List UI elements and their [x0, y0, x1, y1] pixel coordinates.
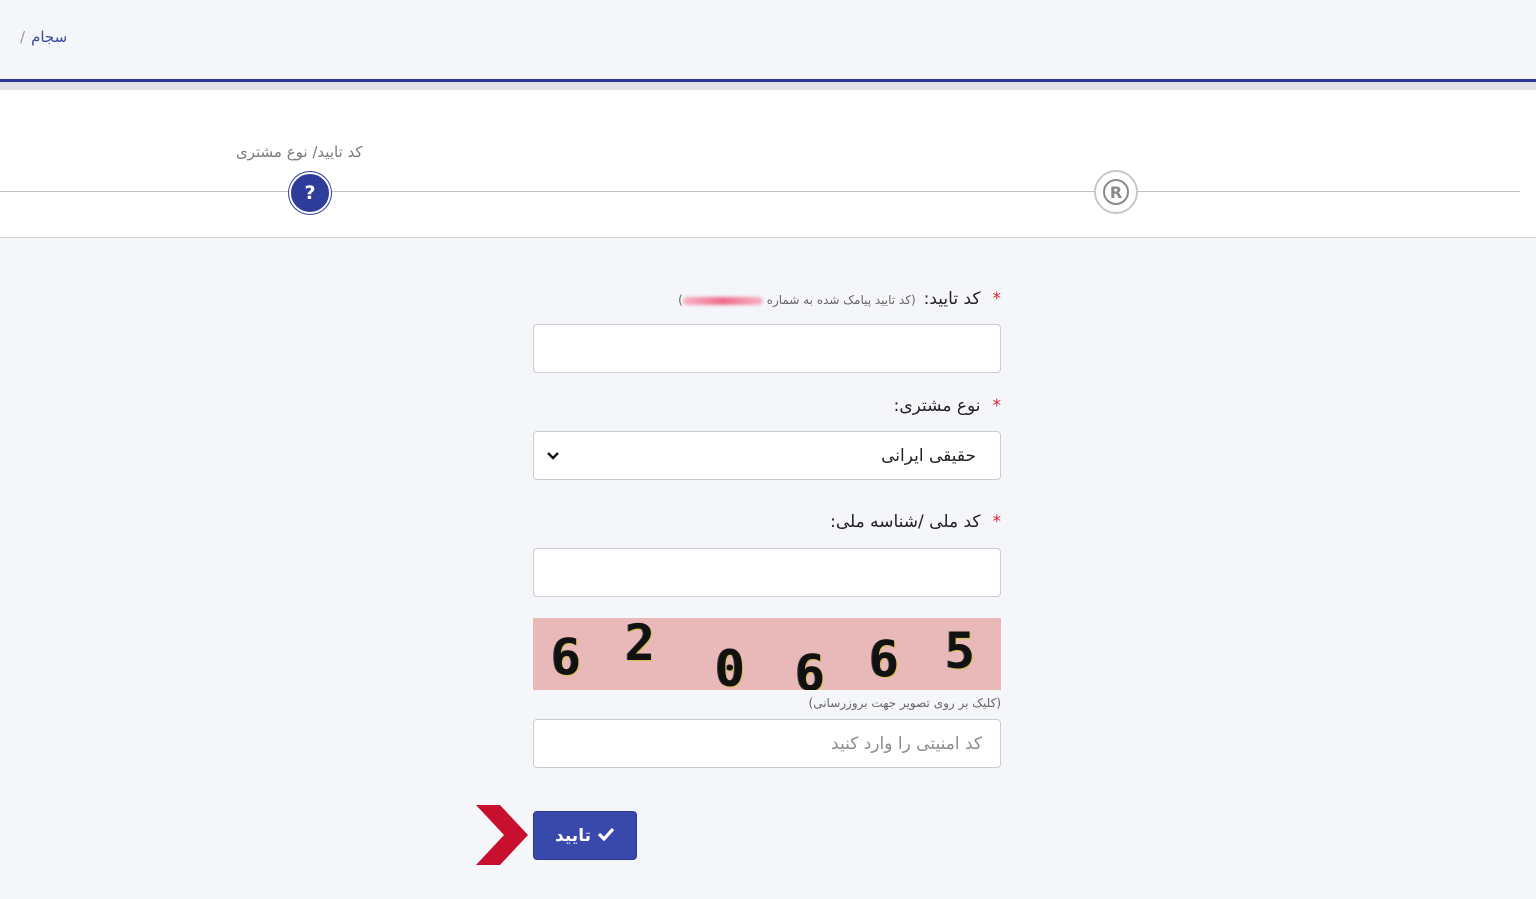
required-mark: *: [992, 512, 1002, 532]
captcha-refresh-note: (کلیک بر روی تصویر جهت بروزرسانی): [808, 696, 1001, 710]
verification-code-input[interactable]: [533, 324, 1001, 373]
verification-label-row: * کد تایید: (کد تایید پیامک شده به شماره…: [678, 289, 1001, 309]
breadcrumb-separator: /: [20, 28, 26, 46]
svg-text:R: R: [1110, 183, 1122, 202]
breadcrumb: سجام /: [20, 28, 67, 46]
captcha-digit: 6: [795, 644, 826, 690]
captcha-digit: 2: [625, 618, 656, 672]
captcha-digit: 0: [715, 640, 746, 690]
captcha-digit: 6: [551, 628, 582, 686]
page: سجام / کد تایید/ نوع مشتری ? R * کد تایی…: [0, 0, 1536, 899]
required-mark: *: [992, 289, 1002, 309]
check-icon: [597, 826, 615, 846]
customer-type-label-row: * نوع مشتری:: [894, 396, 1001, 416]
chevron-right-icon: [476, 805, 528, 865]
hint-text: کد تایید پیامک شده به شماره: [766, 293, 911, 307]
stepper-line: [0, 191, 1520, 192]
national-id-label: کد ملی /شناسه ملی:: [830, 512, 981, 532]
submit-button[interactable]: تایید: [533, 811, 637, 860]
chevron-down-icon: [546, 451, 560, 461]
stepper: کد تایید/ نوع مشتری ? R: [0, 90, 1536, 238]
breadcrumb-item[interactable]: سجام: [31, 28, 67, 46]
customer-type-select[interactable]: حقیقی ایرانی: [533, 431, 1001, 480]
registered-icon: R: [1094, 170, 1138, 214]
captcha-digit: 5: [945, 622, 976, 680]
required-mark: *: [992, 396, 1002, 416]
customer-type-label: نوع مشتری:: [893, 396, 981, 416]
verification-hint: (کد تایید پیامک شده به شماره ): [678, 293, 915, 307]
question-icon: ?: [289, 172, 331, 214]
verification-label: کد تایید:: [923, 289, 981, 309]
redacted-phone: [682, 296, 763, 305]
header-divider: [0, 82, 1536, 90]
hint-open-paren: (: [910, 293, 916, 307]
national-id-label-row: * کد ملی /شناسه ملی:: [830, 512, 1001, 532]
captcha-digit: 6: [869, 630, 900, 688]
header: سجام /: [0, 0, 1536, 82]
step-label-verification: کد تایید/ نوع مشتری: [236, 143, 363, 161]
customer-type-value: حقیقی ایرانی: [881, 445, 976, 466]
captcha-image[interactable]: 6 2 0 6 6 5: [533, 618, 1001, 690]
captcha-input[interactable]: [533, 719, 1001, 768]
national-id-input[interactable]: [533, 548, 1001, 597]
submit-label: تایید: [555, 825, 591, 846]
